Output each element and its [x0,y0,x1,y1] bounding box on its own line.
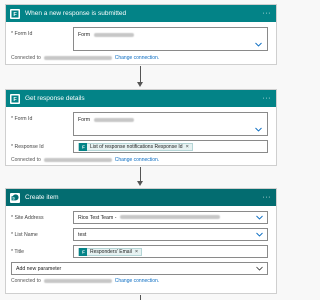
response-id-input[interactable]: F List of response notifications Respons… [73,140,268,153]
more-options-icon[interactable]: ··· [263,194,272,201]
trigger-card-body: * Form Id Form Connected to Change conne… [6,22,276,65]
flow-connector [140,66,141,83]
redacted-form-name [93,117,134,122]
close-icon[interactable]: × [186,144,189,150]
change-connection-link[interactable]: Change connection. [115,55,159,61]
list-name-row: * List Name test [11,228,268,241]
form-id-row: * Form Id Form [11,112,268,136]
title-row: * Title F Responders' Email × [11,245,268,258]
redacted-account [43,279,112,283]
form-id-row: * Form Id Form [11,27,268,51]
chevron-down-icon[interactable] [256,232,263,237]
title-input[interactable]: F Responders' Email × [73,245,268,258]
svg-text:F: F [82,249,85,254]
trigger-title: When a new response is submitted [25,10,127,17]
flow-arrow-icon [137,181,143,186]
redacted-account [43,158,112,162]
token-label: Responders' Email [90,248,132,255]
list-name-value: test [78,231,87,238]
add-new-parameter-dropdown[interactable]: Add new parameter [11,262,268,275]
create-item-header[interactable]: S Create item ··· [6,189,276,206]
site-address-dropdown[interactable]: Rios Test Team - [73,211,268,224]
create-item-body: * Site Address Rios Test Team - * List N… [6,206,276,288]
redacted-account [43,56,112,60]
close-icon[interactable]: × [135,249,138,255]
forms-icon: F [79,247,87,256]
response-id-row: * Response Id F List of response notific… [11,140,268,153]
create-item-card: S Create item ··· * Site Address Rios Te… [5,188,277,294]
forms-icon: F [79,142,87,151]
create-item-title: Create item [25,194,59,201]
dynamic-content-token[interactable]: F Responders' Email × [78,247,143,256]
get-response-details-title: Get response details [25,95,85,102]
redacted-form-name [93,32,134,37]
forms-icon: F [10,8,20,19]
chevron-down-icon[interactable] [255,42,262,47]
title-label: * Title [11,249,24,255]
change-connection-link[interactable]: Change connection. [115,157,159,163]
form-id-dropdown[interactable]: Form [73,27,268,51]
get-response-details-card: F Get response details ··· * Form Id For… [5,89,277,166]
more-options-icon[interactable]: ··· [263,10,272,17]
get-response-details-body: * Form Id Form * Response Id F List of r… [6,107,276,167]
chevron-down-icon[interactable] [255,127,262,132]
form-id-value: Form [78,117,134,123]
site-address-value: Rios Test Team - [78,215,220,221]
dynamic-content-token[interactable]: F List of response notifications Respons… [78,142,193,151]
chevron-down-icon[interactable] [256,215,263,220]
change-connection-link[interactable]: Change connection. [115,278,159,284]
form-id-value: Form [78,32,134,38]
redacted-site-url [119,215,220,220]
connection-info: Connected to Change connection. [11,278,160,284]
site-address-label: * Site Address [11,215,44,221]
form-id-dropdown[interactable]: Form [73,112,268,136]
flow-connector [140,167,141,182]
flow-connector [140,295,141,300]
flow-arrow-icon [137,82,143,87]
trigger-card-header[interactable]: F When a new response is submitted ··· [6,5,276,22]
token-label: List of response notifications Response … [90,143,183,150]
response-id-label: * Response Id [11,144,44,150]
svg-text:F: F [82,144,85,149]
sharepoint-icon: S [10,192,20,203]
form-id-label: * Form Id [11,116,33,122]
more-options-icon[interactable]: ··· [263,95,272,102]
trigger-card: F When a new response is submitted ··· *… [5,4,277,65]
list-name-label: * List Name [11,232,38,238]
list-name-dropdown[interactable]: test [73,228,268,241]
add-parameter-placeholder: Add new parameter [16,265,62,272]
connection-info: Connected to Change connection. [11,55,160,61]
site-address-row: * Site Address Rios Test Team - [11,211,268,224]
get-response-details-header[interactable]: F Get response details ··· [6,90,276,107]
chevron-down-icon[interactable] [256,266,263,271]
forms-icon: F [10,93,20,104]
form-id-label: * Form Id [11,31,33,37]
connection-info: Connected to Change connection. [11,157,160,163]
